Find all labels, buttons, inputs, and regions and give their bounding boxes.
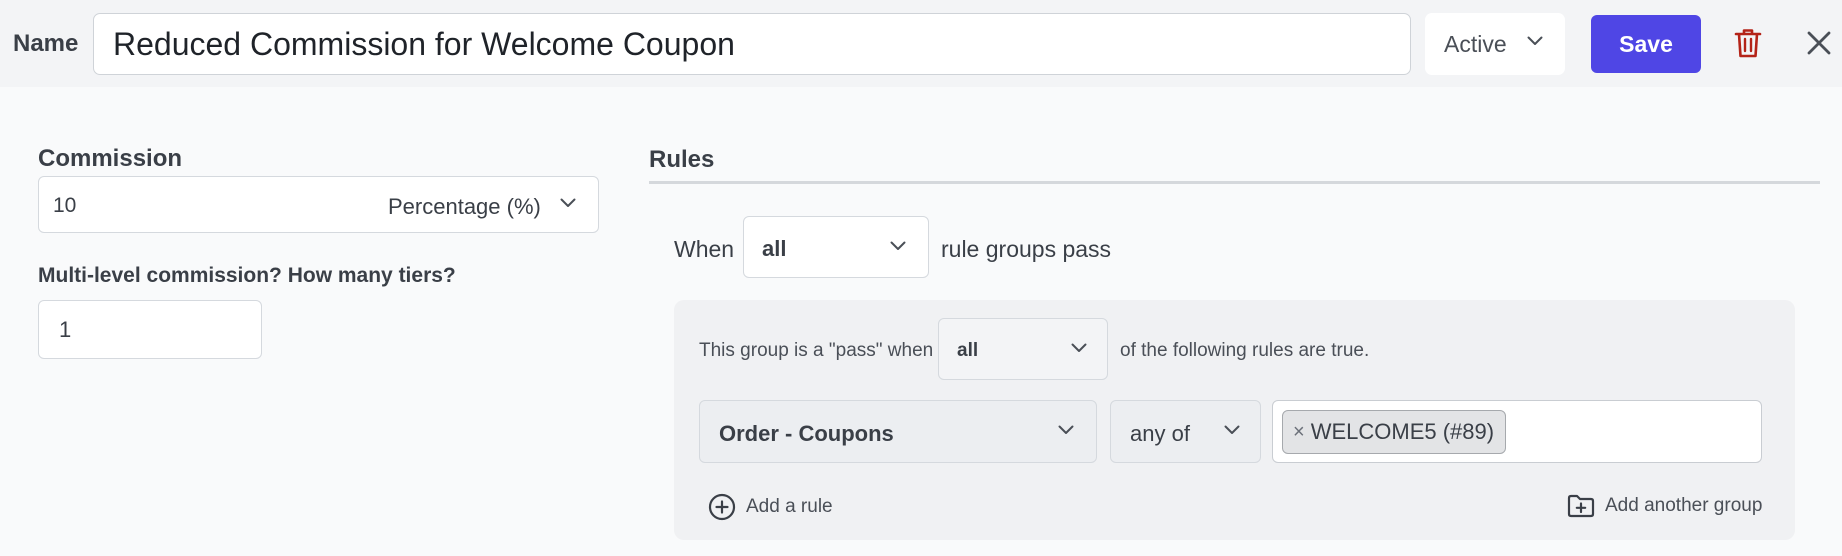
trash-icon[interactable] [1734, 27, 1762, 59]
rule-field-value: Order - Coupons [719, 421, 894, 446]
top-bar: Name Reduced Commission for Welcome Coup… [0, 0, 1842, 87]
group-match-value: all [957, 340, 979, 361]
tiers-input[interactable]: 1 [38, 300, 262, 359]
when-select-value: all [762, 236, 787, 261]
group-match-select[interactable]: all [938, 318, 1108, 380]
coupon-tag-label: WELCOME5 (#89) [1310, 419, 1495, 444]
save-button[interactable]: Save [1591, 15, 1701, 73]
commission-type-select[interactable]: Percentage (%) [388, 194, 541, 220]
tiers-label: Multi-level commission? How many tiers? [38, 264, 456, 287]
status-value: Active [1444, 30, 1507, 57]
group-suffix-label: of the following rules are true. [1120, 340, 1370, 361]
chevron-down-icon[interactable] [560, 198, 576, 208]
chevron-down-icon [1224, 425, 1240, 434]
rules-title: Rules [649, 146, 715, 173]
rule-value-input[interactable]: × WELCOME5 (#89) [1272, 400, 1762, 463]
rules-divider [649, 181, 1820, 184]
commission-label: Commission [38, 145, 183, 172]
chevron-down-icon [1527, 36, 1543, 45]
commission-value[interactable]: 10 [53, 194, 76, 218]
add-rule-button[interactable]: Add a rule [708, 493, 833, 521]
rule-field-select[interactable]: Order - Coupons [699, 400, 1097, 463]
close-icon[interactable] [1806, 30, 1832, 56]
status-select[interactable]: Active [1425, 13, 1565, 75]
chevron-down-icon [890, 241, 906, 250]
groups-pass-label: rule groups pass [941, 236, 1112, 262]
when-select[interactable]: all [743, 216, 929, 278]
coupon-tag: × WELCOME5 (#89) [1282, 410, 1507, 454]
add-group-button[interactable]: Add another group [1567, 494, 1762, 518]
rule-operator-select[interactable]: any of [1110, 400, 1261, 463]
when-label: When [674, 236, 735, 262]
chevron-down-icon [1071, 343, 1087, 352]
add-rule-label: Add a rule [746, 496, 833, 517]
plus-circle-icon [708, 493, 736, 521]
folder-plus-icon [1567, 494, 1595, 518]
name-input[interactable]: Reduced Commission for Welcome Coupon [93, 13, 1411, 75]
add-group-label: Add another group [1605, 495, 1763, 516]
rule-operator-value: any of [1130, 421, 1190, 446]
x-icon[interactable]: × [1293, 421, 1305, 444]
name-label: Name [13, 30, 79, 57]
commission-field[interactable]: 10 Percentage (%) [38, 176, 599, 233]
group-prefix-label: This group is a "pass" when [699, 340, 934, 361]
chevron-down-icon [1058, 425, 1074, 434]
